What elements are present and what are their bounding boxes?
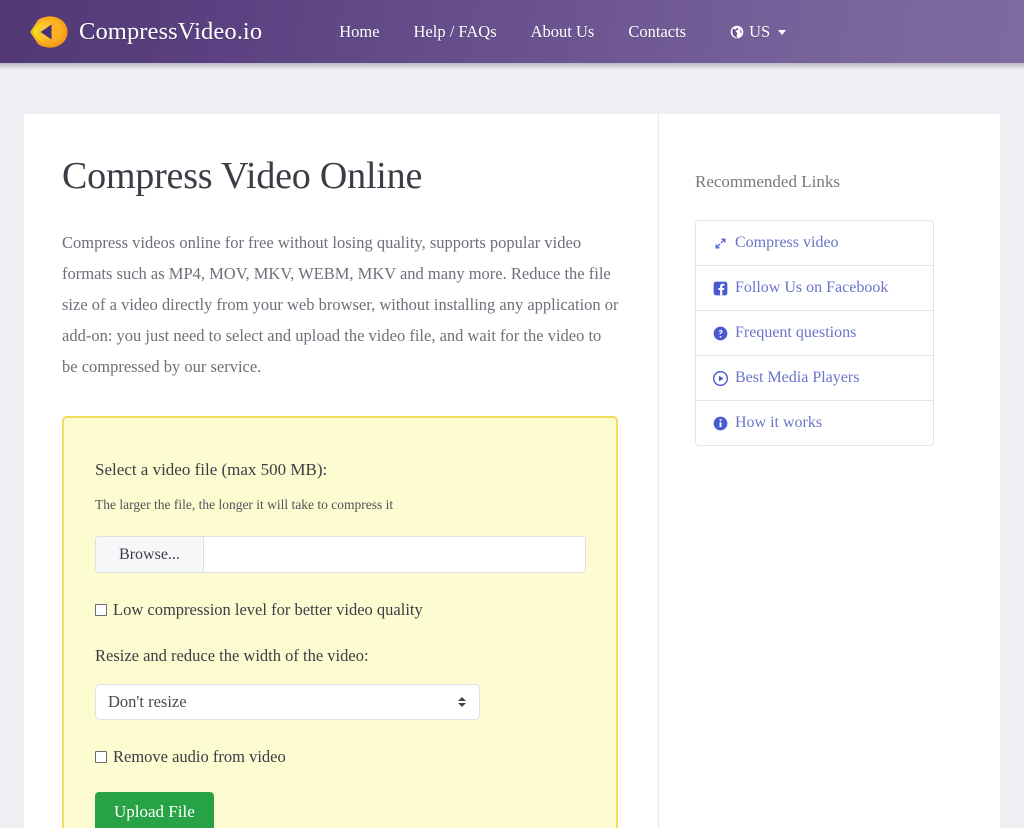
language-label: US [749, 21, 771, 41]
remove-audio-row[interactable]: Remove audio from video [95, 747, 585, 767]
content-card: Compress Video Online Compress videos on… [24, 114, 1000, 828]
link-label: Follow Us on Facebook [735, 279, 889, 296]
link-best-media-players[interactable]: Best Media Players [696, 356, 933, 401]
main-column: Compress Video Online Compress videos on… [24, 114, 659, 828]
brand-link[interactable]: CompressVideo.io [28, 15, 262, 49]
facebook-icon [713, 281, 728, 296]
brand-title: CompressVideo.io [79, 17, 263, 45]
resize-label: Resize and reduce the width of the video… [95, 646, 369, 665]
resize-select-value: Don't resize [108, 692, 187, 711]
play-circle-svg [713, 370, 728, 386]
page-container: Compress Video Online Compress videos on… [0, 70, 1024, 828]
nav-about-us[interactable]: About Us [514, 14, 612, 50]
browse-button[interactable]: Browse... [96, 537, 204, 572]
file-name-display [204, 537, 585, 572]
play-triangle-logo-icon [28, 15, 68, 49]
remove-audio-label[interactable]: Remove audio from video [113, 747, 286, 767]
page-title: Compress Video Online [62, 155, 423, 197]
logo-svg [30, 15, 68, 48]
low-compression-label[interactable]: Low compression level for better video q… [113, 600, 423, 620]
nav-help-faqs[interactable]: Help / FAQs [397, 14, 514, 50]
resize-select[interactable]: Don't resize [95, 684, 480, 720]
main-nav: Home Help / FAQs About Us Contacts US [322, 14, 803, 50]
compress-arrows-icon [713, 236, 728, 251]
question-circle-svg [713, 326, 728, 340]
top-navbar: CompressVideo.io Home Help / FAQs About … [0, 0, 1024, 63]
nav-contacts[interactable]: Contacts [611, 14, 703, 50]
compress-arrows-svg [715, 237, 726, 249]
facebook-svg [713, 281, 728, 295]
upload-file-button[interactable]: Upload File [95, 792, 214, 828]
link-how-it-works[interactable]: How it works [696, 401, 933, 445]
recommended-links-list: Compress video Follow Us on Facebook Fre… [695, 220, 934, 446]
link-compress-video[interactable]: Compress video [696, 221, 933, 266]
globe-icon [730, 25, 744, 39]
link-label: Compress video [735, 234, 839, 251]
link-label: Best Media Players [735, 369, 860, 386]
upload-form: Select a video file (max 500 MB): The la… [62, 416, 618, 828]
file-select-label: Select a video file (max 500 MB): [95, 460, 328, 479]
remove-audio-checkbox[interactable] [95, 751, 107, 763]
link-label: How it works [735, 414, 823, 431]
file-input-group[interactable]: Browse... [95, 536, 586, 573]
recommended-links-title: Recommended Links [695, 172, 840, 191]
low-compression-row[interactable]: Low compression level for better video q… [95, 600, 585, 620]
question-circle-icon [713, 326, 728, 341]
file-select-hint: The larger the file, the longer it will … [95, 497, 394, 512]
link-facebook[interactable]: Follow Us on Facebook [696, 266, 933, 311]
header-shadow-strip [0, 63, 1024, 70]
sidebar-column: Recommended Links Compress video Follow … [659, 114, 1000, 828]
info-circle-svg [713, 416, 728, 430]
play-circle-icon [713, 370, 728, 386]
language-selector[interactable]: US [713, 14, 803, 50]
chevron-down-icon [778, 30, 787, 35]
intro-paragraph: Compress videos online for free without … [62, 233, 619, 376]
nav-home[interactable]: Home [322, 14, 396, 50]
low-compression-checkbox[interactable] [95, 604, 107, 616]
link-frequent-questions[interactable]: Frequent questions [696, 311, 933, 356]
link-label: Frequent questions [735, 324, 857, 341]
info-circle-icon [713, 416, 728, 431]
globe-svg [730, 25, 744, 38]
select-stepper-icon [458, 697, 466, 707]
